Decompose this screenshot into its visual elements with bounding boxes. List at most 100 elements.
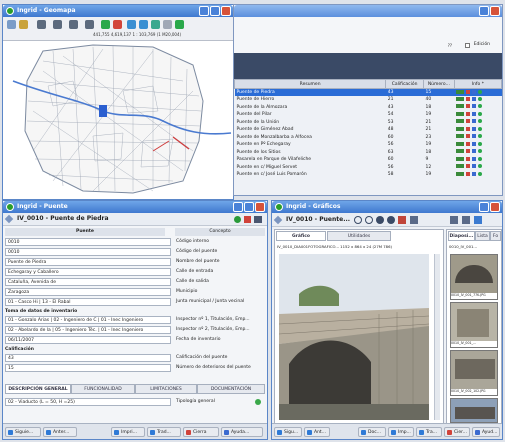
refresh-icon[interactable] [151, 20, 160, 29]
col-resumen[interactable]: Resumen [233, 79, 387, 89]
table-row[interactable]: Puente de la Almozara 43 18 [235, 104, 502, 112]
print-button[interactable]: Imp... [388, 427, 414, 437]
edit-icon[interactable] [456, 171, 465, 176]
table-row[interactable]: Puente de Giménez Abad 48 21 [235, 126, 502, 134]
table-row[interactable]: Puente de la Unión 53 21 [235, 119, 502, 127]
next-button[interactable]: Sigu... [274, 427, 302, 437]
tab-grafico[interactable]: Gráfico [276, 231, 326, 241]
col-info[interactable]: Info * [453, 79, 503, 89]
map-canvas[interactable] [3, 41, 233, 199]
table-row[interactable]: Puente en c/ José Luis Pomarón 58 19 [235, 171, 502, 179]
row-info-icons[interactable] [454, 141, 501, 149]
field-value[interactable]: 02 - Abelardo de la | 05 - Ingeniero Téc… [5, 326, 171, 334]
tab-descripcion-general[interactable]: DESCRIPCIÓN GENERAL [5, 384, 71, 394]
document-icon[interactable] [398, 216, 406, 224]
graficos-titlebar[interactable]: Ingrid - Gráficos [272, 201, 502, 213]
thumbnail-4[interactable] [450, 398, 498, 423]
tab-utilidades[interactable]: Utilidades [327, 231, 391, 241]
table-row[interactable]: Puente del Pilar 54 19 [235, 111, 502, 119]
field-value[interactable]: 0010 [5, 238, 171, 246]
row-info-icons[interactable] [454, 119, 501, 127]
minimize-button[interactable] [199, 6, 209, 16]
close-window-button[interactable]: Cier... [444, 427, 470, 437]
pencil-icon[interactable] [4, 214, 14, 224]
field-value[interactable]: 06/11/2007 [5, 336, 171, 344]
table-row[interactable]: Puente de los Sitios 63 18 [235, 149, 502, 157]
tab-documentacion[interactable]: DOCUMENTACIÓN [197, 384, 265, 394]
pan-icon[interactable] [127, 20, 136, 29]
open-icon[interactable] [19, 20, 28, 29]
document-button[interactable]: Doc... [358, 427, 386, 437]
field-value[interactable]: 43 [5, 354, 171, 362]
zoom-in-icon[interactable] [354, 216, 362, 224]
help-button[interactable]: Ayuda... [221, 427, 263, 437]
save-icon[interactable] [450, 216, 458, 224]
zoom-in-icon[interactable] [101, 20, 110, 29]
tab-diapositivas[interactable]: Diaposi... [448, 231, 475, 241]
field-value[interactable]: Puente de Piedra [5, 258, 171, 266]
col-numero[interactable]: Número... [423, 79, 455, 89]
edit-icon[interactable] [456, 156, 465, 161]
thumbnail-2[interactable]: 0010_IV_001_... [450, 302, 498, 348]
edit-icon[interactable] [456, 119, 465, 124]
layers-icon[interactable] [7, 20, 16, 29]
zoom-out-icon[interactable] [113, 20, 122, 29]
view-icon[interactable] [474, 216, 482, 224]
table-row[interactable]: Puente de Hierro 21 40 [235, 96, 502, 104]
geomap-titlebar[interactable]: Ingrid - Geomapa [3, 5, 233, 17]
table-row[interactable]: Puente en c/ Miguel Servet 56 12 [235, 164, 502, 172]
close-button[interactable] [255, 202, 265, 212]
zoom-out-icon[interactable] [365, 216, 373, 224]
row-info-icons[interactable] [454, 111, 501, 119]
print-button[interactable]: Impri... [111, 427, 145, 437]
row-info-icons[interactable] [454, 88, 502, 96]
thumbnail-1[interactable]: 0010_IV_001_77K.JPG [450, 254, 498, 300]
field-value[interactable]: Echegaray y Caballero [5, 268, 171, 276]
minimize-button[interactable] [479, 6, 489, 16]
export-icon[interactable] [410, 216, 418, 224]
edit-icon[interactable] [456, 164, 465, 169]
text-tool-icon[interactable] [37, 20, 46, 29]
row-info-icons[interactable] [454, 164, 501, 172]
maximize-button[interactable] [210, 6, 220, 16]
field-value[interactable]: 01 - Gonzalo Arias | 02 - Ingeniero de C… [5, 316, 171, 324]
help-button[interactable]: Ayud... [472, 427, 500, 437]
binoculars-icon[interactable] [254, 216, 262, 223]
field-value[interactable]: 0010 [5, 248, 171, 256]
table-row[interactable]: Puente en Pº Echegaray 56 19 [235, 141, 502, 149]
close-window-button[interactable]: Cierra [183, 427, 219, 437]
draw-tool-icon[interactable] [69, 20, 78, 29]
report-icon[interactable] [244, 216, 251, 223]
tab-funcionalidad[interactable]: FUNCIONALIDAD [71, 384, 135, 394]
edit-icon[interactable] [456, 134, 465, 139]
field-value[interactable]: 01 - Casco Hi | 13 - El Rabal [5, 298, 171, 306]
field-value[interactable]: Cataluña, Avenida de [5, 278, 171, 286]
field-value[interactable]: 15 [5, 364, 171, 372]
edit-icon[interactable] [456, 104, 465, 109]
previous-button[interactable]: Anter... [43, 427, 77, 437]
row-info-icons[interactable] [454, 126, 501, 134]
maximize-button[interactable] [244, 202, 254, 212]
previous-button[interactable]: Ant... [304, 427, 330, 437]
pencil-icon[interactable] [273, 215, 283, 225]
rotate-icon[interactable] [387, 216, 395, 224]
col-calificacion[interactable]: Calificación [385, 79, 425, 89]
table-row[interactable]: Puente de Piedra 43 15 [234, 88, 502, 96]
row-info-icons[interactable] [454, 96, 501, 104]
row-info-icons[interactable] [454, 134, 501, 142]
maximize-button[interactable] [479, 202, 489, 212]
tab-limitaciones[interactable]: LIMITACIONES [135, 384, 197, 394]
puente-titlebar[interactable]: Ingrid - Puente [3, 201, 267, 213]
edit-icon[interactable] [456, 96, 465, 101]
edit-icon[interactable] [456, 89, 465, 94]
close-button[interactable] [490, 202, 500, 212]
row-info-icons[interactable] [454, 171, 501, 179]
edit-icon[interactable] [456, 149, 465, 154]
export-map-icon[interactable] [175, 20, 184, 29]
bridge-photo[interactable] [279, 254, 429, 420]
results-titlebar[interactable] [234, 5, 502, 17]
fit-icon[interactable] [376, 216, 384, 224]
edition-checkbox[interactable] [465, 43, 470, 48]
image-scrollbar[interactable] [434, 254, 440, 420]
table-row[interactable]: Puente de Monzalbarba a Alfocea 60 23 [235, 134, 502, 142]
